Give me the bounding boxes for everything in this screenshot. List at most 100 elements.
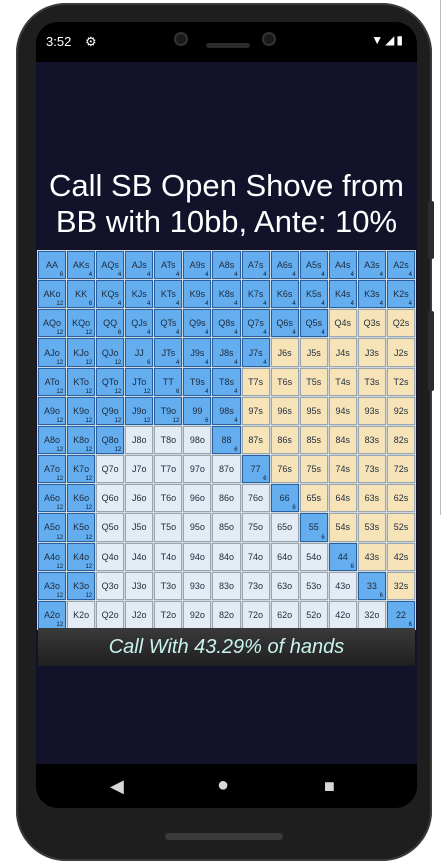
hand-cell[interactable]: T5o: [154, 513, 183, 542]
hand-cell[interactable]: 65s: [299, 484, 328, 513]
hand-cell[interactable]: T5s: [299, 367, 328, 396]
hand-cell[interactable]: 93s: [357, 396, 386, 425]
hand-cell[interactable]: J8s 4: [212, 338, 241, 367]
hand-cell[interactable]: 22 6: [386, 600, 415, 629]
hand-cell[interactable]: K7o 12: [67, 455, 96, 484]
hand-cell[interactable]: A7o 12: [38, 455, 67, 484]
hand-cell[interactable]: 42s: [386, 542, 415, 571]
hand-cell[interactable]: 62s: [386, 484, 415, 513]
hand-cell[interactable]: 65o: [270, 513, 299, 542]
hand-cell[interactable]: 94s: [328, 396, 357, 425]
hand-cell[interactable]: A8s 4: [212, 251, 241, 280]
hand-cell[interactable]: 82o: [212, 600, 241, 629]
hand-cell[interactable]: 98o: [183, 425, 212, 455]
hand-cell[interactable]: Q8s 4: [212, 309, 241, 338]
hand-cell[interactable]: QQ 6: [96, 309, 125, 338]
hand-cell[interactable]: QJo 12: [96, 338, 125, 367]
hand-cell[interactable]: 85o: [212, 513, 241, 542]
hand-cell[interactable]: 73s: [357, 455, 386, 484]
hand-cell[interactable]: AA 6: [38, 251, 67, 280]
hand-cell[interactable]: 42o: [328, 600, 357, 629]
hand-cell[interactable]: 52o: [299, 600, 328, 629]
hand-cell[interactable]: 87o: [212, 455, 241, 484]
hand-cell[interactable]: JTs 4: [154, 338, 183, 367]
hand-cell[interactable]: KJo 12: [67, 338, 96, 367]
hand-cell[interactable]: QJs 4: [125, 309, 154, 338]
hand-cell[interactable]: K5o 12: [67, 513, 96, 542]
hand-cell[interactable]: Q9o 12: [96, 396, 125, 425]
hand-cell[interactable]: A5s 4: [299, 251, 328, 280]
hand-cell[interactable]: J7s 4: [241, 338, 270, 367]
hand-cell[interactable]: Q4o: [96, 542, 125, 571]
hand-cell[interactable]: 86o: [212, 484, 241, 513]
hand-cell[interactable]: A8o 12: [38, 425, 67, 455]
hand-cell[interactable]: 92o: [183, 600, 212, 629]
hand-cell[interactable]: 63o: [270, 571, 299, 600]
hand-cell[interactable]: J6s: [270, 338, 299, 367]
hand-cell[interactable]: 55 6: [299, 513, 328, 542]
hand-cell[interactable]: J9o 12: [125, 396, 154, 425]
hand-cell[interactable]: 76s: [270, 455, 299, 484]
hand-cell[interactable]: 95o: [183, 513, 212, 542]
hand-cell[interactable]: 52s: [386, 513, 415, 542]
hand-cell[interactable]: Q5o: [96, 513, 125, 542]
hand-cell[interactable]: 43s: [357, 542, 386, 571]
hand-cell[interactable]: KQo 12: [67, 309, 96, 338]
hand-cell[interactable]: Q2s: [386, 309, 415, 338]
hand-cell[interactable]: 88 6: [212, 425, 241, 455]
recents-icon[interactable]: ■: [324, 776, 335, 797]
hand-cell[interactable]: AJo 12: [38, 338, 67, 367]
hand-cell[interactable]: 66 6: [270, 484, 299, 513]
hand-cell[interactable]: 96o: [183, 484, 212, 513]
hand-cell[interactable]: J4o: [125, 542, 154, 571]
hand-cell[interactable]: KTs 4: [154, 280, 183, 309]
hand-cell[interactable]: K4o 12: [67, 542, 96, 571]
hand-cell[interactable]: 93o: [183, 571, 212, 600]
hand-cell[interactable]: 53s: [357, 513, 386, 542]
hand-cell[interactable]: K4s 4: [328, 280, 357, 309]
hand-cell[interactable]: K6s 4: [270, 280, 299, 309]
hand-cell[interactable]: J5s: [299, 338, 328, 367]
hand-cell[interactable]: J3s: [357, 338, 386, 367]
hand-cell[interactable]: 54o: [299, 542, 328, 571]
hand-cell[interactable]: K6o 12: [67, 484, 96, 513]
hand-cell[interactable]: T6o: [154, 484, 183, 513]
hand-cell[interactable]: 76o: [241, 484, 270, 513]
hand-cell[interactable]: 86s: [270, 425, 299, 455]
hand-cell[interactable]: K9s 4: [183, 280, 212, 309]
hand-cell[interactable]: QTs 4: [154, 309, 183, 338]
hand-cell[interactable]: 95s: [299, 396, 328, 425]
hand-cell[interactable]: Q9s 4: [183, 309, 212, 338]
hand-cell[interactable]: A4s 4: [328, 251, 357, 280]
hand-cell[interactable]: AJs 4: [125, 251, 154, 280]
hand-cell[interactable]: 92s: [386, 396, 415, 425]
hand-cell[interactable]: A4o 12: [38, 542, 67, 571]
hand-cell[interactable]: 96s: [270, 396, 299, 425]
hand-cell[interactable]: 77 6: [241, 455, 270, 484]
hand-cell[interactable]: T3s: [357, 367, 386, 396]
hand-cell[interactable]: 99 6: [183, 396, 212, 425]
hand-cell[interactable]: J9s 4: [183, 338, 212, 367]
hand-cell[interactable]: 72o: [241, 600, 270, 629]
hand-cell[interactable]: Q7o: [96, 455, 125, 484]
hand-cell[interactable]: K7s 4: [241, 280, 270, 309]
hand-cell[interactable]: ATs 4: [154, 251, 183, 280]
hand-cell[interactable]: 98s 4: [212, 396, 241, 425]
hand-cell[interactable]: A9o 12: [38, 396, 67, 425]
hand-cell[interactable]: 97s: [241, 396, 270, 425]
hand-cell[interactable]: A3o 12: [38, 571, 67, 600]
hand-cell[interactable]: A7s 4: [241, 251, 270, 280]
hand-cell[interactable]: 84o: [212, 542, 241, 571]
hand-cell[interactable]: AQs 4: [96, 251, 125, 280]
hand-cell[interactable]: Q6o: [96, 484, 125, 513]
hand-cell[interactable]: T9o 12: [154, 396, 183, 425]
hand-cell[interactable]: ATo 12: [38, 367, 67, 396]
hand-cell[interactable]: A2o 12: [38, 600, 67, 629]
hand-cell[interactable]: KK 6: [67, 280, 96, 309]
hand-cell[interactable]: J4s: [328, 338, 357, 367]
hand-cell[interactable]: AQo 12: [38, 309, 67, 338]
hand-cell[interactable]: T3o: [154, 571, 183, 600]
hand-cell[interactable]: A3s 4: [357, 251, 386, 280]
hand-cell[interactable]: Q3s: [357, 309, 386, 338]
hand-cell[interactable]: T4s: [328, 367, 357, 396]
